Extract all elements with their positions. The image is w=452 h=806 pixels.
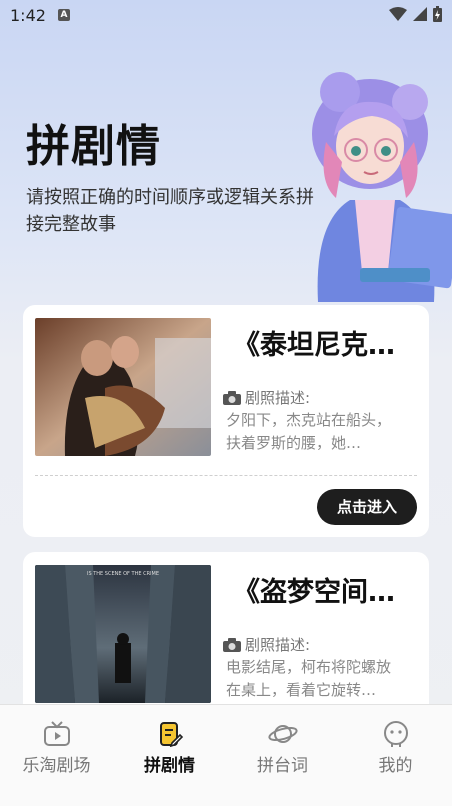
signal-icon (413, 7, 427, 21)
card-title: 《盗梦空间… (233, 577, 395, 608)
status-time: 1:42 (10, 6, 46, 25)
planet-icon (267, 725, 298, 743)
mascot-illustration (312, 72, 452, 302)
card-label: 剧照描述: (223, 387, 310, 408)
nav-label: 拼台词 (257, 756, 308, 776)
battery-icon (433, 6, 442, 22)
wifi-icon (389, 7, 407, 21)
card-description: 电影结尾，柯布将陀螺放在桌上，看着它旋转… (226, 658, 392, 699)
story-card[interactable]: IS THE SCENE OF THE CRIME 《盗梦空间… 剧照描述: 电… (23, 552, 429, 722)
card-label-text: 剧照描述: (245, 389, 311, 407)
story-card[interactable]: 《泰坦尼克… 剧照描述: 夕阳下，杰克站在船头，扶着罗斯的腰，她… 点击进入 (23, 305, 429, 537)
nav-item-profile[interactable]: 我的 (339, 721, 452, 776)
nav-item-puzzle-lines[interactable]: 拼台词 (226, 721, 339, 776)
card-description: 夕阳下，杰克站在船头，扶着罗斯的腰，她… (226, 411, 392, 452)
movie-poster-image: IS THE SCENE OF THE CRIME (35, 565, 211, 703)
card-divider (35, 475, 417, 476)
notification-icon: A (58, 9, 70, 21)
page-subtitle: 请按照正确的时间顺序或逻辑关系拼接完整故事 (26, 187, 314, 235)
enter-button[interactable]: 点击进入 (317, 489, 417, 525)
nav-label: 拼剧情 (144, 756, 195, 776)
system-icons (389, 6, 442, 22)
card-title: 《泰坦尼克… (233, 330, 395, 361)
card-label-text: 剧照描述: (245, 636, 311, 654)
movie-still-image (35, 318, 211, 456)
nav-label: 我的 (378, 756, 413, 776)
camera-icon (223, 637, 241, 652)
page-title: 拼剧情 (26, 121, 161, 172)
face-icon (383, 721, 408, 747)
nav-item-puzzle-plot[interactable]: 拼剧情 (113, 721, 226, 776)
tv-icon (43, 721, 70, 746)
bottom-navigation: 乐淘剧场 拼剧情 拼台词 我的 (0, 704, 452, 806)
status-bar: 1:42 A (0, 0, 452, 32)
card-label: 剧照描述: (223, 634, 310, 655)
nav-item-theater[interactable]: 乐淘剧场 (0, 721, 113, 776)
nav-label: 乐淘剧场 (22, 756, 91, 776)
note-edit-icon (159, 722, 183, 747)
poster-text: IS THE SCENE OF THE CRIME (87, 571, 159, 577)
camera-icon (223, 390, 241, 405)
